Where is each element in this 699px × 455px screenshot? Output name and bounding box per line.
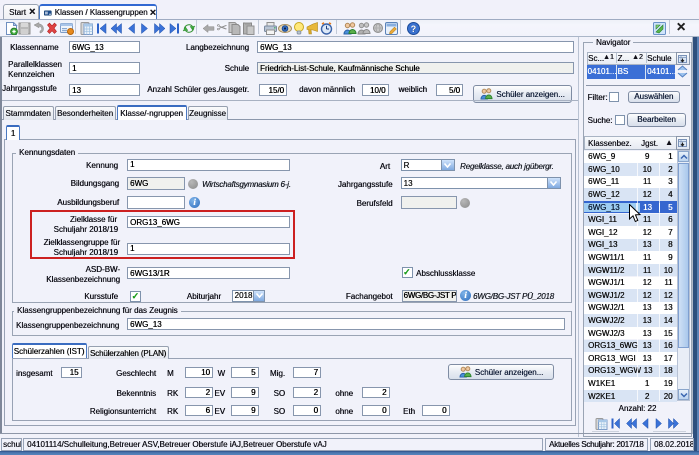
svg-text:?: ? bbox=[411, 24, 417, 34]
